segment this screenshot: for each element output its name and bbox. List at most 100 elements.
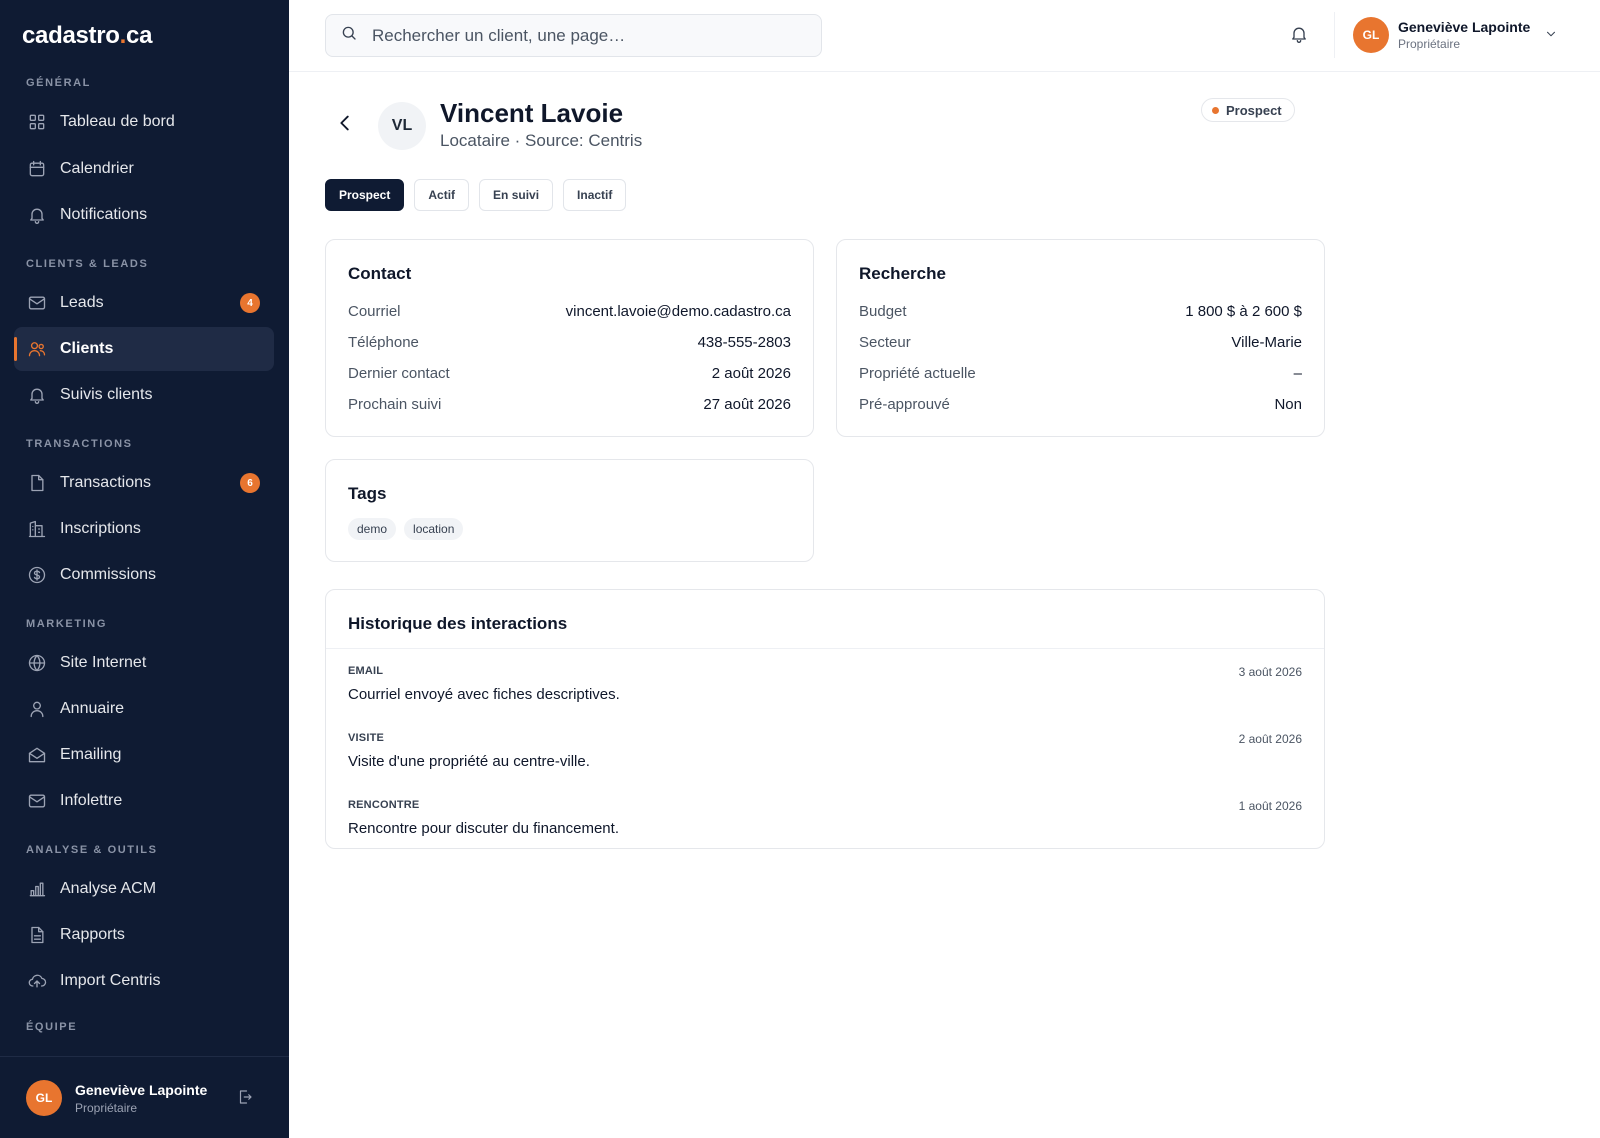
grid-icon	[26, 111, 48, 133]
sidebar-item-inscriptions[interactable]: Inscriptions	[14, 507, 274, 551]
sidebar-item-import-centris[interactable]: Import Centris	[14, 959, 274, 1003]
recherche-label: Secteur	[859, 334, 911, 351]
status-tab-actif[interactable]: Actif	[414, 179, 470, 211]
sidebar-item-label: Transactions	[60, 474, 151, 491]
sidebar-item-infolettre[interactable]: Infolettre	[14, 779, 274, 823]
report-icon	[26, 924, 48, 946]
user-name: Geneviève Lapointe	[1398, 19, 1531, 35]
interaction-date: 3 août 2026	[1238, 665, 1302, 679]
search-box[interactable]	[325, 14, 822, 57]
recherche-label: Budget	[859, 303, 907, 320]
recherche-card: Recherche Budget 1 800 $ à 2 600 $ Secteu…	[836, 239, 1325, 437]
dollar-icon	[26, 564, 48, 586]
topbar: GL Geneviève Lapointe Propriétaire	[289, 0, 1600, 72]
mail-icon	[26, 292, 48, 314]
sidebar-item-transactions[interactable]: Transactions 6	[14, 461, 274, 505]
recherche-value: –	[1293, 365, 1302, 382]
section-label-analyse-outils: ANALYSE & OUTILS	[26, 844, 158, 856]
section-label-general: GÉNÉRAL	[26, 77, 91, 89]
status-dot-icon	[1212, 106, 1219, 114]
avatar: GL	[1353, 17, 1389, 53]
sidebar-item-emailing[interactable]: Emailing	[14, 733, 274, 777]
sidebar-item-label: Calendrier	[60, 160, 134, 177]
interaction-date: 2 août 2026	[1238, 732, 1302, 746]
page-title: Vincent Lavoie	[440, 98, 624, 128]
sidebar-item-label: Emailing	[60, 746, 122, 763]
chevron-left-icon	[334, 115, 356, 138]
contact-row-telephone: Téléphone 438-555-2803	[348, 334, 791, 351]
topbar-divider	[1334, 12, 1335, 58]
interaction-date: 1 août 2026	[1238, 799, 1302, 813]
back-button[interactable]	[334, 112, 358, 136]
avatar: GL	[26, 1080, 62, 1116]
sidebar-user-name: Geneviève Lapointe	[75, 1081, 208, 1098]
status-tab-inactif[interactable]: Inactif	[563, 179, 627, 211]
transactions-count-badge: 6	[240, 473, 260, 493]
status-tabs: Prospect Actif En suivi Inactif	[325, 179, 627, 211]
list-item: VISITE 2 août 2026 Visite d'une propriét…	[348, 732, 1302, 770]
recherche-value: 1 800 $ à 2 600 $	[1185, 303, 1302, 320]
section-label-transactions: TRANSACTIONS	[26, 438, 133, 450]
contact-email-value[interactable]: vincent.lavoie@demo.cadastro.ca	[566, 303, 791, 320]
sidebar-item-notifications[interactable]: Notifications	[14, 193, 274, 237]
tag[interactable]: demo	[348, 518, 397, 540]
contact-label: Téléphone	[348, 334, 419, 351]
status-badge: Prospect	[1201, 98, 1295, 122]
recherche-value: Ville-Marie	[1231, 334, 1302, 351]
recherche-label: Propriété actuelle	[859, 365, 976, 382]
bell-icon	[26, 204, 48, 226]
sidebar-item-annuaire[interactable]: Annuaire	[14, 687, 274, 731]
contact-phone-value[interactable]: 438-555-2803	[698, 334, 791, 351]
sidebar-item-clients[interactable]: Clients	[14, 327, 274, 371]
status-tab-en-suivi[interactable]: En suivi	[479, 179, 554, 211]
sidebar-item-commissions[interactable]: Commissions	[14, 553, 274, 597]
search-input[interactable]	[372, 25, 792, 46]
contact-card-title: Contact	[348, 264, 412, 283]
recherche-card-title: Recherche	[859, 264, 946, 283]
sidebar-item-suivis-clients[interactable]: Suivis clients	[14, 373, 274, 417]
status-tab-prospect[interactable]: Prospect	[325, 179, 405, 211]
logo[interactable]: cadastro.ca	[22, 22, 152, 50]
client-avatar: VL	[378, 102, 426, 150]
sidebar-item-leads[interactable]: Leads 4	[14, 281, 274, 325]
calendar-icon	[26, 158, 48, 180]
recherche-label: Pré-approuvé	[859, 396, 950, 413]
notifications-button[interactable]	[1289, 24, 1311, 46]
tag-list: demo location	[348, 518, 471, 540]
logout-icon	[236, 1090, 254, 1110]
sidebar-item-calendrier[interactable]: Calendrier	[14, 147, 274, 191]
user-menu[interactable]: GL Geneviève Lapointe Propriétaire	[1353, 17, 1560, 53]
list-item: RENCONTRE 1 août 2026 Rencontre pour dis…	[348, 799, 1302, 837]
logout-button[interactable]	[236, 1088, 258, 1110]
globe-icon	[26, 652, 48, 674]
mail-icon	[26, 790, 48, 812]
sidebar-item-tableau-de-bord[interactable]: Tableau de bord	[14, 100, 274, 144]
interaction-type: RENCONTRE	[348, 799, 420, 811]
section-label-marketing: MARKETING	[26, 618, 108, 630]
bell-icon	[26, 384, 48, 406]
tags-card-title: Tags	[348, 484, 387, 503]
recherche-row-pre-approuve: Pré-approuvé Non	[859, 396, 1302, 413]
sidebar-item-label: Import Centris	[60, 972, 161, 989]
sidebar-user-role: Propriétaire	[75, 1100, 138, 1115]
contact-value: 2 août 2026	[711, 365, 791, 382]
sidebar-item-label: Rapports	[60, 926, 125, 943]
interaction-type: VISITE	[348, 732, 385, 744]
file-icon	[26, 472, 48, 494]
contact-label: Courriel	[348, 303, 401, 320]
search-icon	[340, 24, 358, 47]
sidebar-user[interactable]: GL Geneviève Lapointe Propriétaire	[26, 1080, 207, 1116]
user-role: Propriétaire	[1398, 37, 1461, 51]
sidebar-item-rapports[interactable]: Rapports	[14, 913, 274, 957]
sidebar-item-analyse-acm[interactable]: Analyse ACM	[14, 867, 274, 911]
person-icon	[26, 698, 48, 720]
recherche-value: Non	[1274, 396, 1302, 413]
sidebar-item-site-internet[interactable]: Site Internet	[14, 641, 274, 685]
sidebar: cadastro.ca GÉNÉRAL Tableau de bord Cale…	[0, 0, 289, 1138]
historique-card: Historique des interactions EMAIL 3 août…	[325, 589, 1325, 849]
contact-label: Dernier contact	[348, 365, 450, 382]
interaction-type: EMAIL	[348, 665, 384, 677]
sidebar-item-label: Analyse ACM	[60, 880, 157, 897]
tag[interactable]: location	[404, 518, 464, 540]
leads-count-badge: 4	[240, 293, 260, 313]
